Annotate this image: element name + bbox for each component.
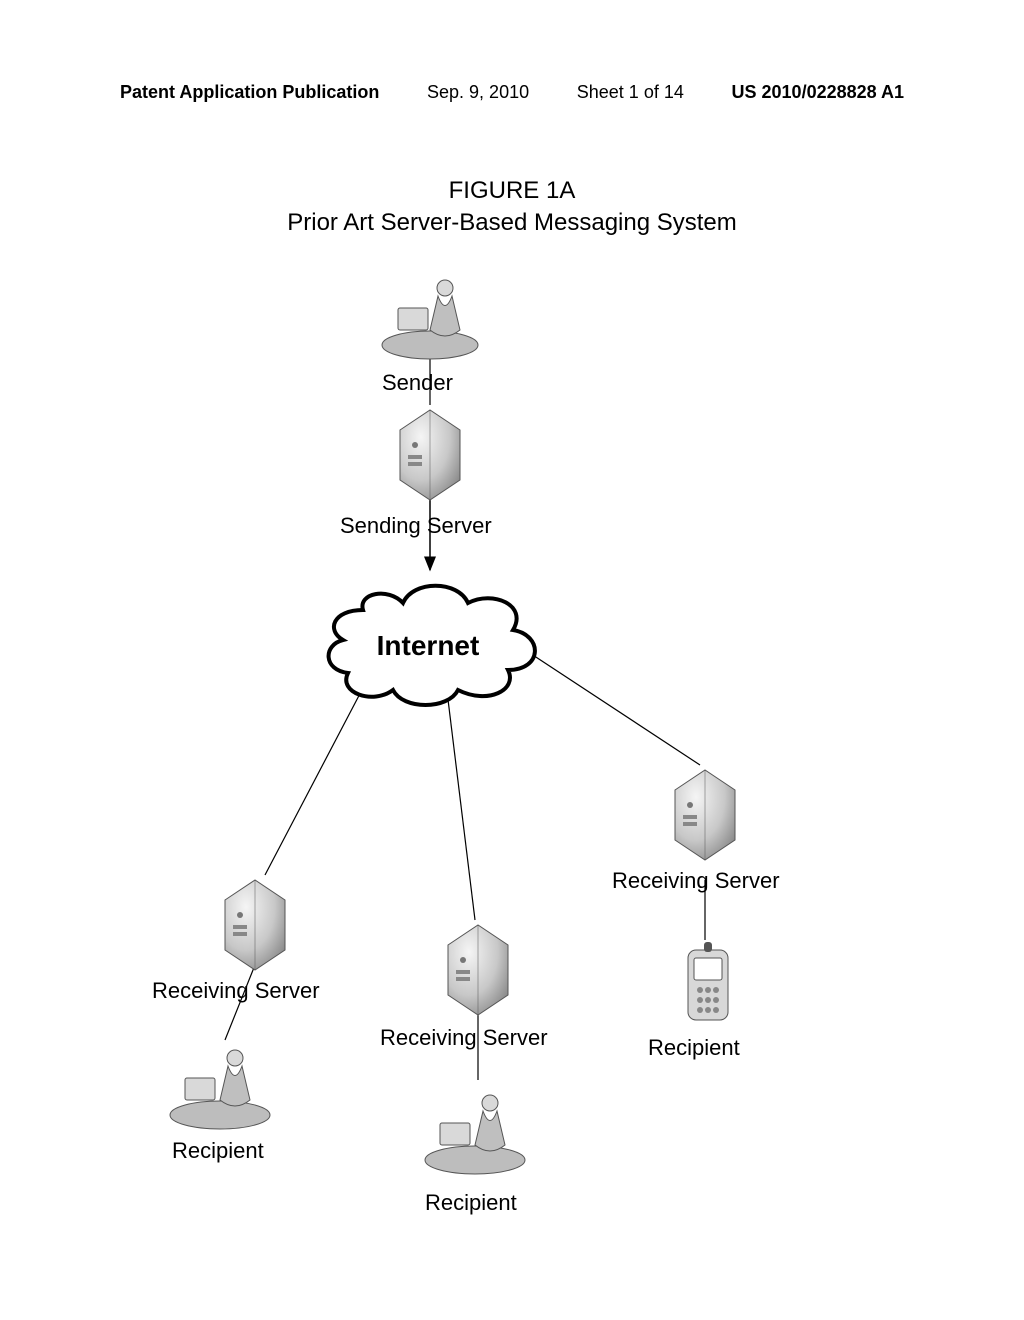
recipient-left-icon <box>170 1050 270 1129</box>
sender-icon <box>382 280 478 359</box>
recipient-mid-icon <box>425 1095 525 1174</box>
recipient-right-phone-icon <box>688 942 728 1020</box>
receiving-server-mid-label: Receiving Server <box>380 1025 548 1051</box>
receiving-server-left-label: Receiving Server <box>152 978 320 1004</box>
diagram-svg: Internet <box>0 0 1024 1320</box>
recipient-right-label: Recipient <box>648 1035 740 1061</box>
internet-cloud-icon: Internet <box>329 586 535 705</box>
recipient-mid-label: Recipient <box>425 1190 517 1216</box>
receiving-server-mid-icon <box>448 925 508 1015</box>
receiving-server-right-label: Receiving Server <box>612 868 780 894</box>
recipient-left-label: Recipient <box>172 1138 264 1164</box>
sender-label: Sender <box>382 370 453 396</box>
page: Patent Application Publication Sep. 9, 2… <box>0 0 1024 1320</box>
sending-server-label: Sending Server <box>340 513 492 539</box>
receiving-server-left-icon <box>225 880 285 970</box>
receiving-server-right-icon <box>675 770 735 860</box>
sending-server-icon <box>400 410 460 500</box>
internet-label: Internet <box>377 630 480 661</box>
